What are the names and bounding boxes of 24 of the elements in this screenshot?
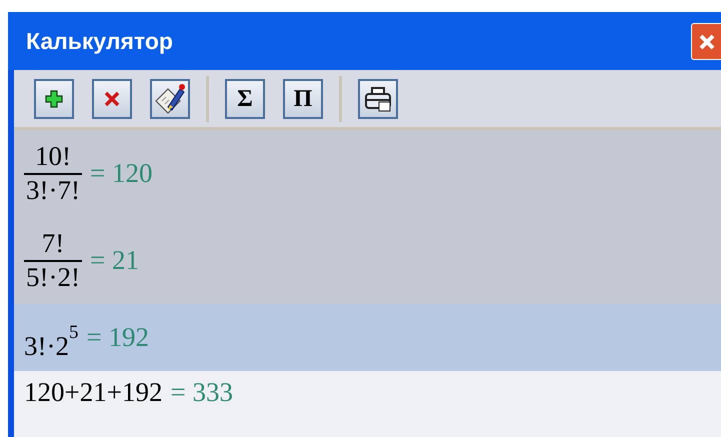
symbol-button[interactable]: Σ: [225, 78, 265, 118]
result: = 333: [170, 379, 233, 406]
plus-icon: [45, 90, 63, 108]
result: = 120: [90, 160, 152, 187]
result: = 21: [90, 247, 139, 274]
close-icon: [698, 32, 716, 50]
pen-on-paper-icon: [154, 82, 186, 114]
printer-icon: [364, 86, 392, 112]
print-button[interactable]: [358, 78, 398, 118]
result: = 192: [86, 324, 149, 351]
edit-button[interactable]: [150, 78, 190, 118]
expression: 120+21+192: [24, 379, 162, 406]
exponent: 5: [68, 323, 78, 342]
numerator: 10!: [34, 143, 72, 173]
close-button[interactable]: [691, 23, 721, 60]
delete-icon: [104, 90, 120, 106]
delete-button[interactable]: [92, 78, 132, 118]
window-title: Калькулятор: [26, 26, 173, 56]
add-button[interactable]: [34, 78, 74, 118]
symbol-button[interactable]: Π: [283, 78, 323, 118]
denominator: 5!·2!: [24, 260, 82, 291]
base: 3!·2: [24, 333, 69, 360]
denominator: 3!·7!: [24, 173, 82, 204]
numerator: 7!: [40, 230, 66, 260]
